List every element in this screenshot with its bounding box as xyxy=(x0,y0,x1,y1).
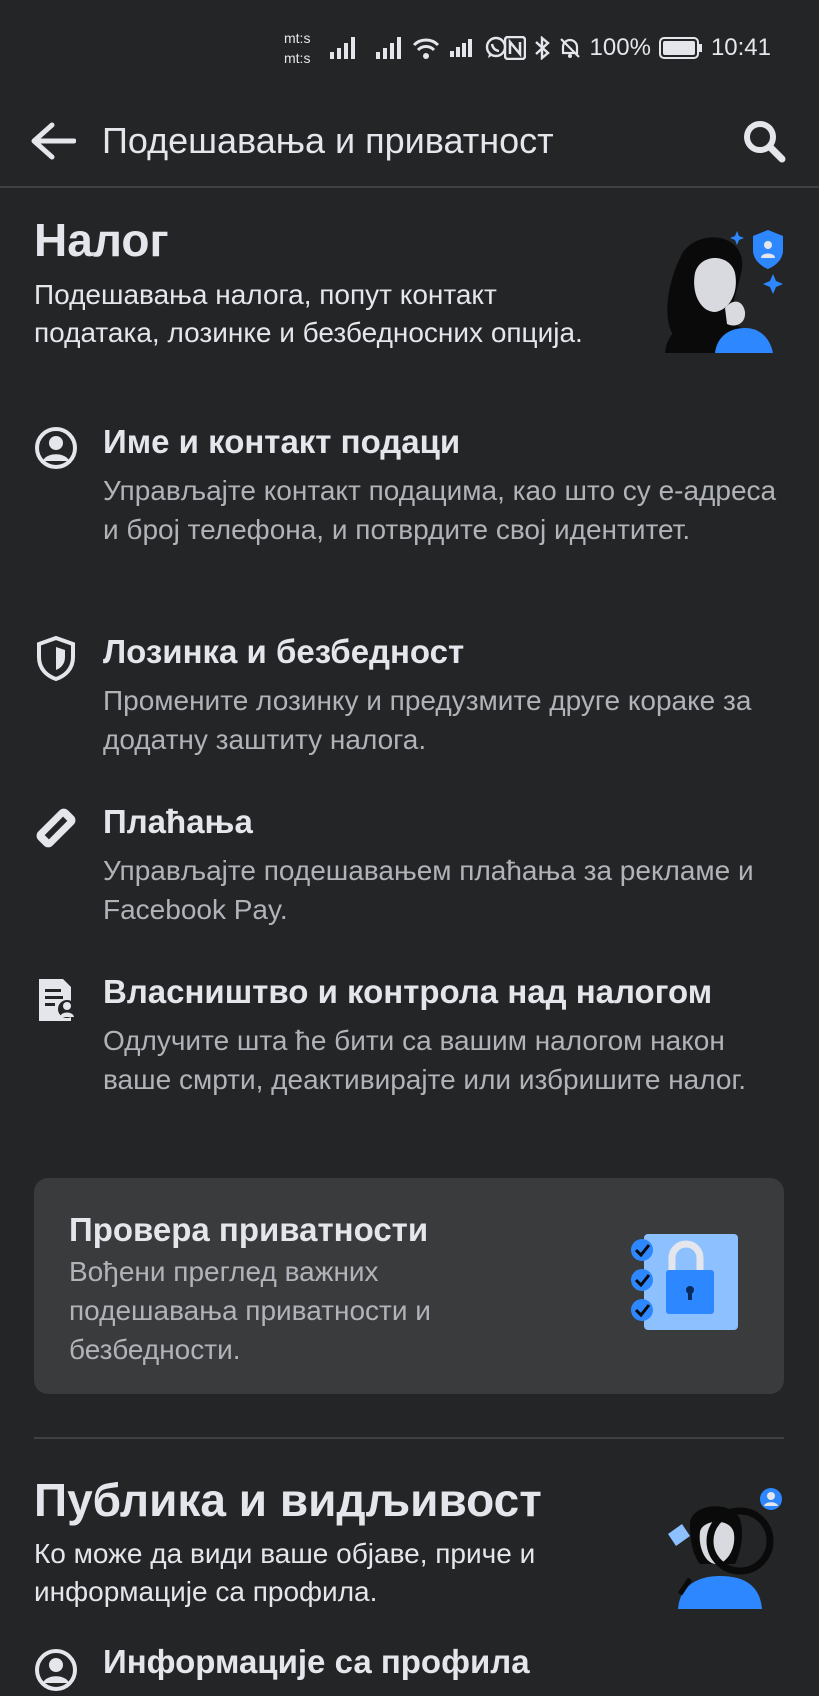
audience-illustration xyxy=(668,1488,782,1609)
audience-section-description: Ко може да види ваше објаве, приче и инф… xyxy=(34,1538,536,1607)
battery-icon xyxy=(658,37,702,59)
account-illustration xyxy=(665,230,783,353)
tag-icon xyxy=(30,802,82,854)
user-circle-icon xyxy=(30,422,82,474)
account-item-title: Власништво и контрола над налогом xyxy=(103,973,713,1010)
account-item-description: Управљајте подешавањем плаћања за реклам… xyxy=(103,855,754,925)
account-section-description: Подешавања налога, попут контакт податак… xyxy=(34,279,583,348)
mute-icon xyxy=(559,38,580,58)
search-button[interactable] xyxy=(737,114,791,168)
account-item-description: Управљајте контакт подацима, као што су … xyxy=(103,475,777,545)
audience-section-title: Публика и видљивост xyxy=(34,1474,542,1526)
account-item-title: Име и контакт подаци xyxy=(103,423,461,460)
account-section-title: Налог xyxy=(34,214,169,266)
account-item-description: Одлучите шта ће бити са вашим налогом на… xyxy=(103,1025,747,1095)
status-bar: mt:s mt:s 100% 10:41 xyxy=(0,0,819,96)
status-right: 100% 10:41 xyxy=(503,30,771,66)
audience-item-title: Информације са профила xyxy=(103,1643,530,1680)
account-item-title: Лозинка и безбедност xyxy=(103,633,465,670)
bluetooth-icon xyxy=(534,36,550,60)
privacy-checkup-illustration xyxy=(631,1234,738,1330)
privacy-checkup-card[interactable]: Провера приватности Вођени преглед важни… xyxy=(34,1178,784,1394)
nfc-icon xyxy=(503,36,526,60)
account-item-description: Промените лозинку и предузмите друге кор… xyxy=(103,685,752,755)
signal-1-icon xyxy=(330,37,355,59)
page-title: Подешавања и приватност xyxy=(102,120,554,161)
status-icons xyxy=(330,32,508,64)
signal-2-icon xyxy=(376,37,401,59)
carrier-2-label: mt:s xyxy=(284,50,311,66)
wifi-icon xyxy=(412,38,440,59)
user-circle-icon xyxy=(30,1644,82,1696)
app-bar: Подешавања и приватност xyxy=(0,96,819,188)
battery-percent: 100% xyxy=(589,34,651,61)
document-person-icon xyxy=(30,974,82,1026)
privacy-checkup-title: Провера приватности xyxy=(69,1211,429,1248)
carrier-1-label: mt:s xyxy=(284,30,311,46)
privacy-checkup-description: Вођени преглед важних подешавања приватн… xyxy=(69,1256,431,1365)
arrow-left-icon xyxy=(31,122,76,160)
search-icon xyxy=(744,121,786,163)
section-divider xyxy=(34,1437,784,1439)
back-button[interactable] xyxy=(26,114,80,168)
shield-icon xyxy=(30,632,82,684)
data-activity-icon xyxy=(450,39,472,57)
account-item-title: Плаћања xyxy=(103,803,253,840)
clock: 10:41 xyxy=(710,34,771,61)
carrier-labels: mt:s mt:s xyxy=(284,28,310,68)
